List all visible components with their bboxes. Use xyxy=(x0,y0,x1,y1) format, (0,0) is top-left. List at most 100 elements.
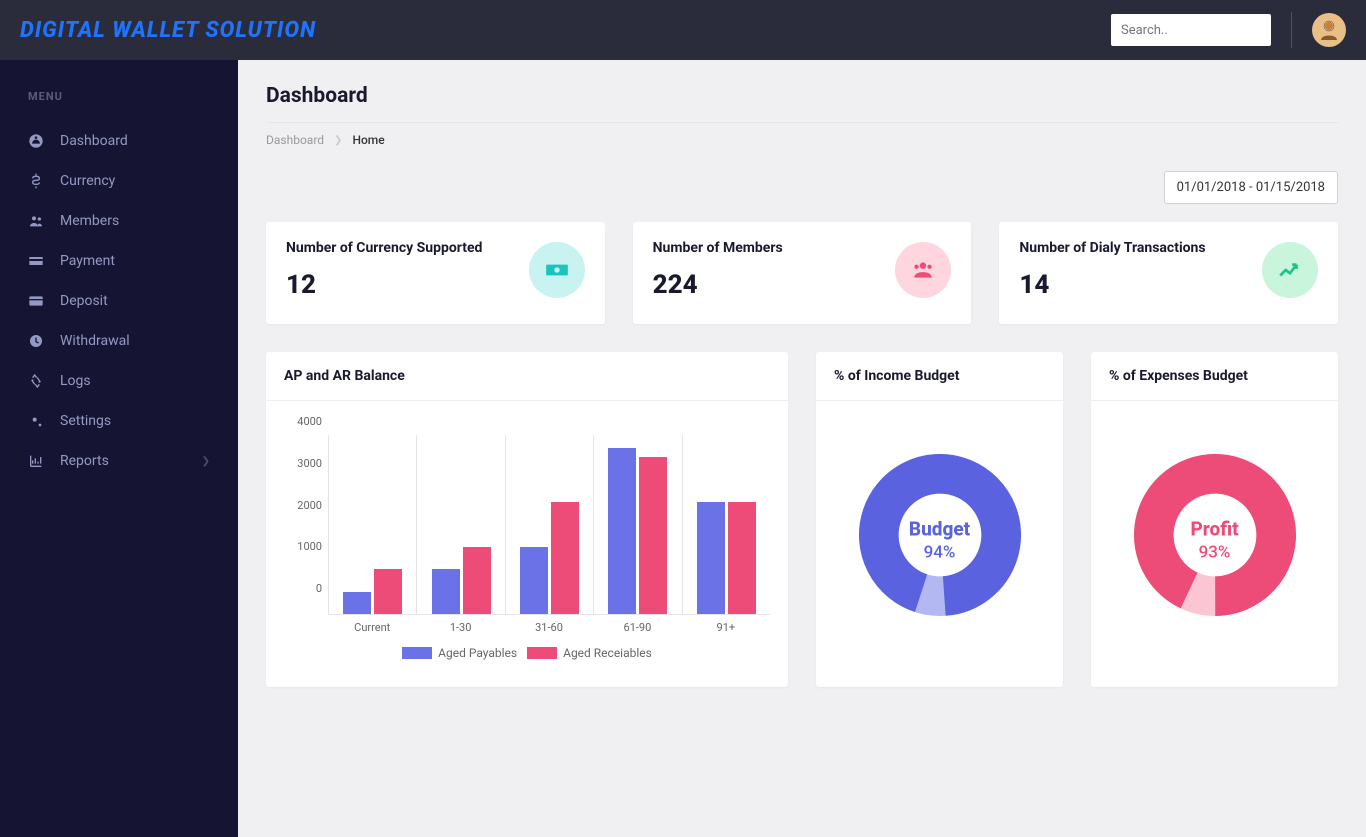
stat-card-0: Number of Currency Supported 12 xyxy=(266,222,605,324)
y-tick: 1000 xyxy=(284,540,328,553)
page-title: Dashboard xyxy=(266,84,1338,108)
users-icon xyxy=(895,242,951,298)
sidebar-item-label: Currency xyxy=(60,173,115,189)
legend-item[interactable]: Aged Receiables xyxy=(527,646,652,660)
bar-group xyxy=(682,435,770,615)
y-tick: 4000 xyxy=(284,415,328,428)
topbar: DIGITAL WALLET SOLUTION xyxy=(0,0,1366,60)
sidebar-item-dashboard[interactable]: Dashboard xyxy=(0,121,238,161)
bar xyxy=(463,547,491,615)
bar xyxy=(697,502,725,615)
withdraw-icon xyxy=(28,333,44,349)
sidebar-item-label: Dashboard xyxy=(60,133,128,149)
date-range-picker[interactable]: 01/01/2018 - 01/15/2018 xyxy=(1164,171,1338,204)
stat-label: Number of Currency Supported xyxy=(286,240,529,256)
bar-group xyxy=(505,435,593,615)
gears-icon xyxy=(28,413,44,429)
dollar-icon xyxy=(28,173,44,189)
dashboard-icon xyxy=(28,133,44,149)
bar-group xyxy=(416,435,504,615)
sidebar-item-label: Members xyxy=(60,213,119,229)
bar xyxy=(520,547,548,615)
bar-group xyxy=(328,435,416,615)
sidebar-item-label: Withdrawal xyxy=(60,333,130,349)
bar xyxy=(639,457,667,615)
stat-label: Number of Members xyxy=(653,240,896,256)
stat-label: Number of Dialy Transactions xyxy=(1019,240,1262,256)
recycle-icon xyxy=(28,373,44,389)
expense-donut-value: 93% xyxy=(1190,543,1238,563)
sidebar-item-label: Payment xyxy=(60,253,115,269)
sidebar-item-payment[interactable]: Payment xyxy=(0,241,238,281)
sidebar-item-reports[interactable]: Reports ❯ xyxy=(0,441,238,481)
sidebar-item-deposit[interactable]: Deposit xyxy=(0,281,238,321)
bar-x-labels: Current1-3031-6061-9091+ xyxy=(284,621,770,634)
bar xyxy=(374,569,402,614)
sidebar-item-withdrawal[interactable]: Withdrawal xyxy=(0,321,238,361)
breadcrumb-root[interactable]: Dashboard xyxy=(266,133,324,147)
chevron-right-icon: ❯ xyxy=(202,456,210,467)
bar-legend: Aged Payables Aged Receiables xyxy=(284,646,770,660)
card-icon xyxy=(28,293,44,309)
x-label: 91+ xyxy=(682,621,770,634)
stat-card-2: Number of Dialy Transactions 14 xyxy=(999,222,1338,324)
legend-item[interactable]: Aged Payables xyxy=(402,646,517,660)
bar-chart: 4000 3000 2000 1000 0 xyxy=(284,415,770,615)
topbar-right xyxy=(1111,12,1346,48)
sidebar-item-currency[interactable]: Currency xyxy=(0,161,238,201)
menu-label: MENU xyxy=(0,84,238,121)
bar xyxy=(432,569,460,614)
stat-value: 12 xyxy=(286,270,529,300)
income-donut-value: 94% xyxy=(909,543,970,563)
income-donut-label: Budget xyxy=(909,518,970,541)
x-label: 1-30 xyxy=(416,621,504,634)
sidebar-item-members[interactable]: Members xyxy=(0,201,238,241)
main-content: Dashboard Dashboard ❯ Home 01/01/2018 - … xyxy=(238,60,1366,837)
bar xyxy=(343,592,371,615)
expense-donut: Profit 93% xyxy=(1109,415,1320,665)
sidebar-item-logs[interactable]: Logs xyxy=(0,361,238,401)
expense-donut-label: Profit xyxy=(1190,518,1238,541)
breadcrumb-current: Home xyxy=(352,133,384,147)
legend-swatch xyxy=(402,647,432,659)
avatar-icon xyxy=(1317,18,1341,42)
money-icon xyxy=(529,242,585,298)
income-chart-title: % of Income Budget xyxy=(816,352,1063,401)
bar xyxy=(551,502,579,615)
bar-chart-title: AP and AR Balance xyxy=(266,352,788,401)
income-budget-card: % of Income Budget Budget 94% xyxy=(816,352,1063,687)
avatar[interactable] xyxy=(1312,13,1346,47)
chevron-right-icon: ❯ xyxy=(334,135,342,146)
stat-value: 224 xyxy=(653,270,896,300)
payment-icon xyxy=(28,253,44,269)
trend-icon xyxy=(1262,242,1318,298)
bar-chart-card: AP and AR Balance 4000 3000 2000 1000 0 Curr… xyxy=(266,352,788,687)
breadcrumb: Dashboard ❯ Home xyxy=(266,133,1338,147)
x-label: 31-60 xyxy=(505,621,593,634)
x-label: Current xyxy=(328,621,416,634)
sidebar-item-label: Settings xyxy=(60,413,111,429)
page-header-divider xyxy=(266,122,1338,123)
bar xyxy=(608,448,636,615)
x-label: 61-90 xyxy=(593,621,681,634)
legend-label: Aged Receiables xyxy=(563,646,652,660)
bar-group xyxy=(593,435,681,615)
bar-y-axis: 4000 3000 2000 1000 0 xyxy=(284,415,328,595)
y-tick: 0 xyxy=(284,582,328,595)
expense-budget-card: % of Expenses Budget Profit 93% xyxy=(1091,352,1338,687)
sidebar-item-settings[interactable]: Settings xyxy=(0,401,238,441)
stat-value: 14 xyxy=(1019,270,1262,300)
sidebar: MENU Dashboard Currency Members Payment Depo… xyxy=(0,60,238,837)
y-tick: 2000 xyxy=(284,499,328,512)
bar xyxy=(728,502,756,615)
legend-label: Aged Payables xyxy=(438,646,517,660)
sidebar-item-label: Reports xyxy=(60,453,109,469)
sidebar-item-label: Logs xyxy=(60,373,91,389)
search-input[interactable] xyxy=(1111,14,1271,46)
chart-icon xyxy=(28,453,44,469)
expense-chart-title: % of Expenses Budget xyxy=(1091,352,1338,401)
topbar-divider xyxy=(1291,12,1292,48)
income-donut: Budget 94% xyxy=(834,415,1045,665)
y-tick: 3000 xyxy=(284,457,328,470)
brand-logo: DIGITAL WALLET SOLUTION xyxy=(20,18,316,43)
